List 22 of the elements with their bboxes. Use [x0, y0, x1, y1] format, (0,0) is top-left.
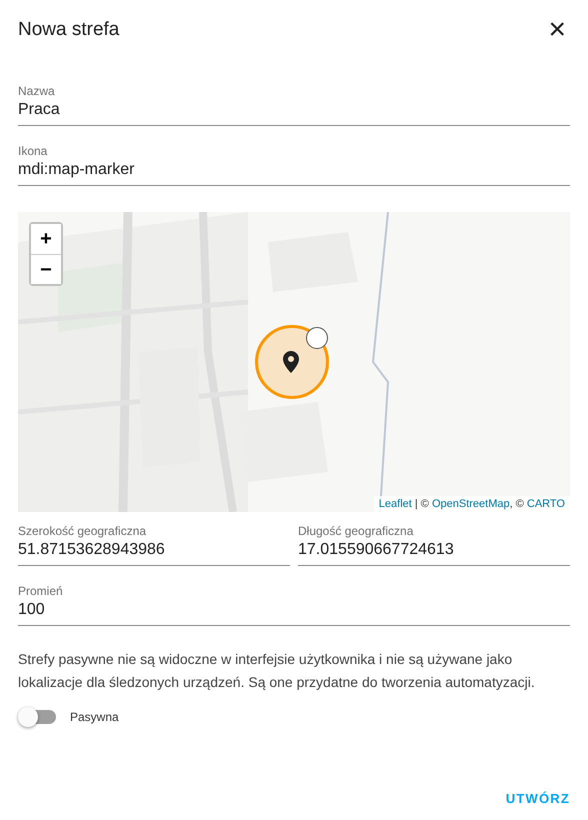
- field-label: Nazwa: [18, 84, 56, 98]
- description-text: Strefy pasywne nie są widoczne w interfejsie użytkownika i nie są używane jako lokalizacje dla śledzonych urządzeń. Są one przydatne do tworzenia automatyzacji.: [18, 650, 536, 692]
- text-field[interactable]: 17.015590667724613: [298, 539, 570, 561]
- attribution-text: , ©: [510, 498, 525, 510]
- text-field[interactable]: 51.87153628943986: [18, 539, 290, 561]
- field-label: Szerokość geograficzna: [18, 524, 148, 538]
- text-field[interactable]: Praca: [18, 99, 570, 121]
- attribution-text: | ©: [414, 498, 430, 510]
- attribution-link[interactable]: OpenStreetMap: [432, 498, 510, 510]
- toggle-switch[interactable]: [20, 710, 56, 724]
- attribution-link[interactable]: Leaflet: [378, 498, 412, 510]
- field-label: Ikona: [18, 144, 48, 158]
- attribution-link[interactable]: CARTO: [526, 498, 565, 510]
- map-marker-icon: [283, 351, 299, 373]
- dialog-title: Nowa strefa: [18, 18, 120, 42]
- text-field[interactable]: 100: [18, 599, 570, 621]
- text-field[interactable]: mdi:map-marker: [18, 159, 570, 181]
- switch-label: Pasywna: [70, 709, 119, 726]
- zoom-out-button[interactable]: −: [31, 254, 61, 284]
- field-label: Długość geograficzna: [298, 524, 414, 538]
- close-button[interactable]: ×: [544, 15, 570, 45]
- field-label: Promień: [18, 584, 64, 598]
